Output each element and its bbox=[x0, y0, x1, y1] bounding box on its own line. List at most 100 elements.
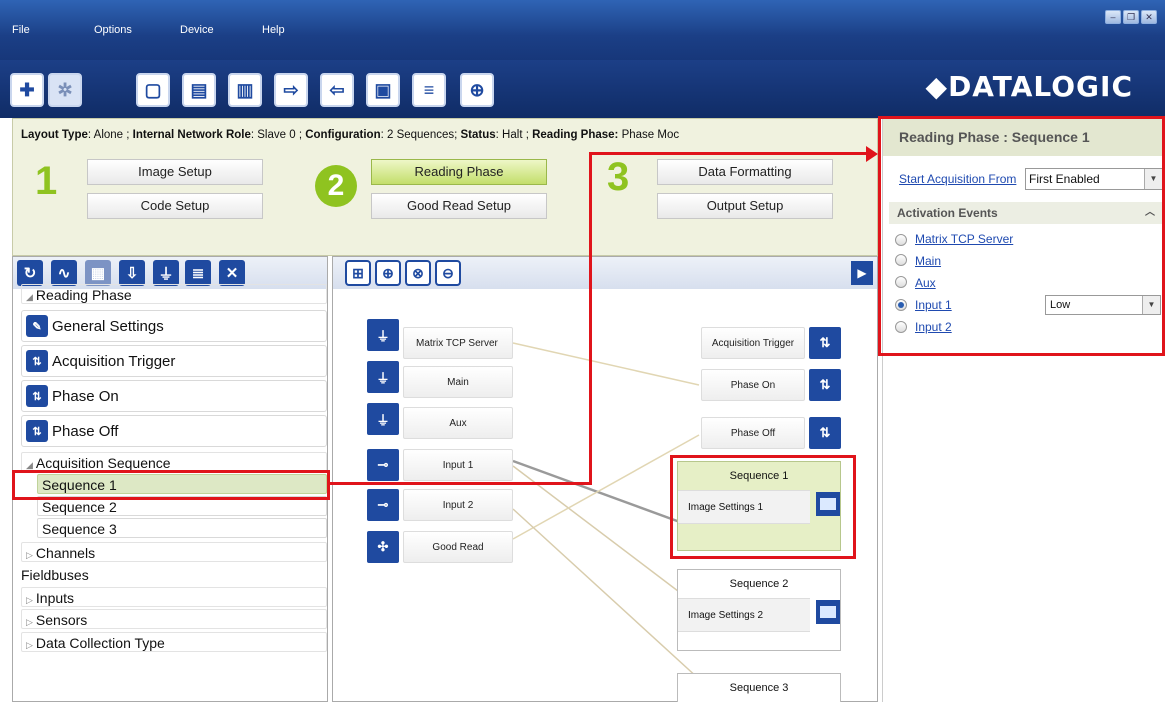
phase-on-icon: ⇅ bbox=[809, 369, 841, 401]
output-setup-button[interactable]: Output Setup bbox=[657, 193, 833, 219]
layout-icon[interactable]: ▦ bbox=[85, 260, 111, 286]
graph-node-good-read[interactable]: Good Read bbox=[403, 531, 513, 563]
plug-icon: ⏚ bbox=[367, 361, 399, 393]
zoom-100-icon[interactable]: ⊗ bbox=[405, 260, 431, 286]
statistics-icon[interactable]: ≡ bbox=[412, 73, 446, 107]
waveform-icon[interactable]: ∿ bbox=[51, 260, 77, 286]
configuration-label: Configuration bbox=[305, 129, 381, 141]
tree-sensors-label: Sensors bbox=[35, 612, 88, 628]
run-icon[interactable]: ▶ bbox=[851, 261, 873, 285]
step-2-number: 2 bbox=[315, 165, 357, 207]
tree-phase-off-label: Phase Off bbox=[52, 422, 119, 440]
trigger-icon: ⇅ bbox=[809, 327, 841, 359]
tree-acquisition-trigger[interactable]: ⇅ Acquisition Trigger bbox=[21, 345, 327, 377]
layout-type-value: : Alone ; bbox=[87, 129, 133, 141]
collapsed-triangle-icon: ▷ bbox=[26, 640, 33, 650]
expanded-triangle-icon: ◢ bbox=[26, 292, 33, 302]
gears-icon[interactable]: ✲ bbox=[48, 73, 82, 107]
graph-node-matrix-tcp-server[interactable]: Matrix TCP Server bbox=[403, 327, 513, 359]
plug-icon[interactable]: ⏚ bbox=[153, 260, 179, 286]
tree-sensors[interactable]: ▷ Sensors bbox=[21, 609, 327, 629]
plug-icon: ⏚ bbox=[367, 319, 399, 351]
refresh-icon[interactable]: ↻ bbox=[17, 260, 43, 286]
code-setup-button[interactable]: Code Setup bbox=[87, 193, 263, 219]
status-line: Layout Type: Alone ; Internal Network Ro… bbox=[21, 129, 877, 141]
menu-file[interactable]: File bbox=[12, 24, 30, 36]
graph-node-aux[interactable]: Aux bbox=[403, 407, 513, 439]
connection-line bbox=[512, 342, 700, 386]
graph-sequence-3[interactable]: Sequence 3 bbox=[677, 673, 841, 702]
import-icon[interactable]: ⇦ bbox=[320, 73, 354, 107]
step-3-number: 3 bbox=[607, 155, 630, 199]
wizard-panel: Layout Type: Alone ; Internal Network Ro… bbox=[12, 118, 878, 256]
graph-node-input-1[interactable]: Input 1 bbox=[403, 449, 513, 481]
delete-icon[interactable]: ✕ bbox=[219, 260, 245, 286]
tree-phase-on-label: Phase On bbox=[52, 387, 119, 405]
expanded-triangle-icon: ◢ bbox=[26, 460, 33, 470]
menu-device[interactable]: Device bbox=[180, 24, 214, 36]
image-setup-button[interactable]: Image Setup bbox=[87, 159, 263, 185]
sequence-2-title: Sequence 2 bbox=[729, 578, 789, 590]
input-icon: ⊸ bbox=[367, 489, 399, 521]
graph-node-phase-on[interactable]: Phase On bbox=[701, 369, 805, 401]
annotation-arrowhead bbox=[866, 146, 878, 162]
device-save-icon[interactable]: ▣ bbox=[366, 73, 400, 107]
menu-help[interactable]: Help bbox=[262, 24, 285, 36]
tree-phase-off[interactable]: ⇅ Phase Off bbox=[21, 415, 327, 447]
good-read-setup-button[interactable]: Good Read Setup bbox=[371, 193, 547, 219]
graph-node-input-2[interactable]: Input 2 bbox=[403, 489, 513, 521]
tree-channels-label: Channels bbox=[35, 545, 96, 561]
tree-fieldbuses[interactable]: Fieldbuses bbox=[17, 565, 323, 585]
collapsed-triangle-icon: ▷ bbox=[26, 595, 33, 605]
tree-acquisition-sequence[interactable]: ◢ Acquisition Sequence bbox=[21, 452, 327, 472]
reading-phase-button[interactable]: Reading Phase bbox=[371, 159, 547, 185]
wrench-icon: ✎ bbox=[26, 315, 48, 337]
document-icon[interactable]: ≣ bbox=[185, 260, 211, 286]
window-icon[interactable]: ▢ bbox=[136, 73, 170, 107]
datalogic-logo: ◆DATALOGIC bbox=[925, 70, 1133, 103]
configuration-value: : 2 Sequences; bbox=[380, 129, 461, 141]
restore-button[interactable]: ❐ bbox=[1123, 10, 1139, 24]
tree-reading-phase-label: Reading Phase bbox=[35, 287, 132, 303]
annotation-line bbox=[589, 152, 592, 485]
graph-node-main[interactable]: Main bbox=[403, 366, 513, 398]
minimize-button[interactable]: – bbox=[1105, 10, 1121, 24]
graph-node-acquisition-trigger[interactable]: Acquisition Trigger bbox=[701, 327, 805, 359]
phase-off-icon: ⇅ bbox=[809, 417, 841, 449]
graph-toolbar: ⊞ ⊕ ⊗ ⊖ ▶ bbox=[333, 257, 877, 289]
image-icon bbox=[816, 600, 840, 624]
highlight-properties-box bbox=[878, 116, 1165, 356]
zoom-in-icon[interactable]: ⊕ bbox=[375, 260, 401, 286]
connect-icon[interactable]: ✚ bbox=[10, 73, 44, 107]
tree-data-collection-type[interactable]: ▷ Data Collection Type bbox=[21, 632, 327, 652]
tree-general-settings[interactable]: ✎ General Settings bbox=[21, 310, 327, 342]
tree-acquisition-sequence-label: Acquisition Sequence bbox=[35, 455, 171, 471]
highlight-tree-box bbox=[12, 470, 330, 500]
image-settings-2[interactable]: Image Settings 2 bbox=[678, 598, 810, 632]
tree-phase-on[interactable]: ⇅ Phase On bbox=[21, 380, 327, 412]
zoom-fit-icon[interactable]: ⊞ bbox=[345, 260, 371, 286]
save-config-icon[interactable]: ▥ bbox=[228, 73, 262, 107]
phase-on-icon: ⇅ bbox=[26, 385, 48, 407]
reading-phase-value: Phase Moc bbox=[618, 129, 680, 141]
tree-general-settings-label: General Settings bbox=[52, 317, 164, 335]
tree-sequence-3[interactable]: Sequence 3 bbox=[37, 518, 327, 538]
network-role-label: Internal Network Role bbox=[132, 129, 251, 141]
network-role-value: : Slave 0 ; bbox=[250, 129, 306, 141]
sequence-3-title: Sequence 3 bbox=[729, 682, 789, 694]
graph-node-phase-off[interactable]: Phase Off bbox=[701, 417, 805, 449]
tree-inputs[interactable]: ▷ Inputs bbox=[21, 587, 327, 607]
collapsed-triangle-icon: ▷ bbox=[26, 550, 33, 560]
tree-channels[interactable]: ▷ Channels bbox=[21, 542, 327, 562]
target-icon[interactable]: ⊕ bbox=[460, 73, 494, 107]
menu-options[interactable]: Options bbox=[94, 24, 132, 36]
export-icon[interactable]: ⇨ bbox=[274, 73, 308, 107]
graph-sequence-2[interactable]: Sequence 2 Image Settings 2 bbox=[677, 569, 841, 651]
tree-reading-phase[interactable]: ◢ Reading Phase bbox=[21, 284, 327, 304]
data-formatting-button[interactable]: Data Formatting bbox=[657, 159, 833, 185]
download-icon[interactable]: ⇩ bbox=[119, 260, 145, 286]
close-button[interactable]: ✕ bbox=[1141, 10, 1157, 24]
receive-config-icon[interactable]: ▤ bbox=[182, 73, 216, 107]
plug-icon: ⏚ bbox=[367, 403, 399, 435]
zoom-out-icon[interactable]: ⊖ bbox=[435, 260, 461, 286]
